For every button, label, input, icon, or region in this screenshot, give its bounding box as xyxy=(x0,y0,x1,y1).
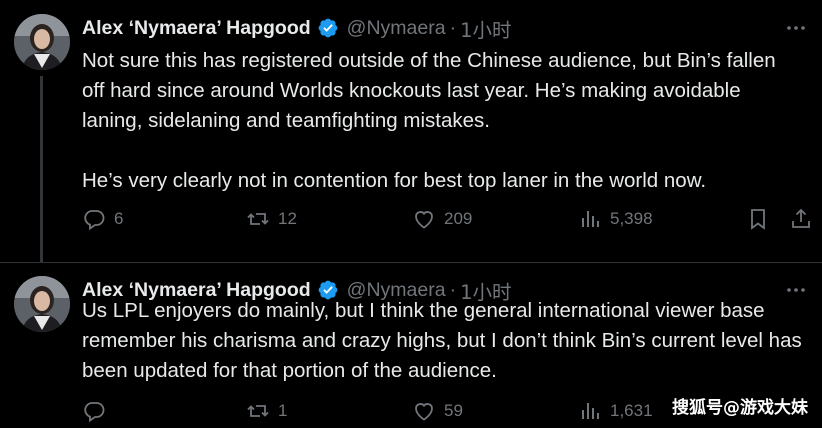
like-button[interactable]: 59 xyxy=(412,396,463,426)
share-icon xyxy=(789,207,813,231)
like-button[interactable]: 209 xyxy=(412,204,472,234)
retweet-icon xyxy=(246,399,270,423)
views-icon xyxy=(578,207,602,231)
views-icon xyxy=(578,399,602,423)
views-count: 1,631 xyxy=(610,401,653,420)
bookmark-button[interactable] xyxy=(746,204,770,234)
share-button[interactable] xyxy=(789,204,813,234)
like-icon xyxy=(412,207,436,231)
author-handle[interactable]: @Nymaera xyxy=(347,17,446,40)
reply-button[interactable]: 6 xyxy=(82,204,123,234)
verified-badge-icon xyxy=(317,17,339,39)
views-button[interactable]: 5,398 xyxy=(578,204,653,234)
views-button[interactable]: 1,631 xyxy=(578,396,653,426)
retweet-count: 12 xyxy=(278,209,297,228)
tweet-paragraph: Us LPL enjoyers do mainly, but I think t… xyxy=(82,299,802,382)
reply-icon xyxy=(82,207,106,231)
tweet[interactable]: Alex ‘Nymaera’ Hapgood @Nymaera · 1小时 No… xyxy=(0,0,822,262)
retweet-icon xyxy=(246,207,270,231)
avatar[interactable] xyxy=(14,276,70,332)
watermark: 搜狐号@游戏大妹 xyxy=(672,398,808,418)
reply-button[interactable] xyxy=(82,396,106,426)
tweet-timestamp[interactable]: 1小时 xyxy=(460,14,511,43)
bookmark-icon xyxy=(746,207,770,231)
like-count: 59 xyxy=(444,401,463,420)
tweet-text: Us LPL enjoyers do mainly, but I think t… xyxy=(82,296,802,386)
like-count: 209 xyxy=(444,209,473,228)
tweet-paragraph: Not sure this has registered outside of … xyxy=(82,49,776,132)
views-count: 5,398 xyxy=(610,209,653,228)
like-icon xyxy=(412,399,436,423)
retweet-button[interactable]: 12 xyxy=(246,204,297,234)
retweet-count: 1 xyxy=(278,401,288,420)
author-name[interactable]: Alex ‘Nymaera’ Hapgood xyxy=(82,17,311,40)
reply-icon xyxy=(82,399,106,423)
action-bar: 6 12 209 5,398 xyxy=(82,204,822,234)
thread-line xyxy=(40,76,43,262)
reply-count: 6 xyxy=(114,209,124,228)
avatar[interactable] xyxy=(14,14,70,70)
tweet-paragraph: He’s very clearly not in contention for … xyxy=(82,169,707,192)
tweet-text: Not sure this has registered outside of … xyxy=(82,46,802,196)
tweet-header: Alex ‘Nymaera’ Hapgood @Nymaera · 1小时 xyxy=(82,14,512,42)
more-icon[interactable] xyxy=(784,16,808,40)
retweet-button[interactable]: 1 xyxy=(246,396,287,426)
separator-dot: · xyxy=(449,16,457,39)
